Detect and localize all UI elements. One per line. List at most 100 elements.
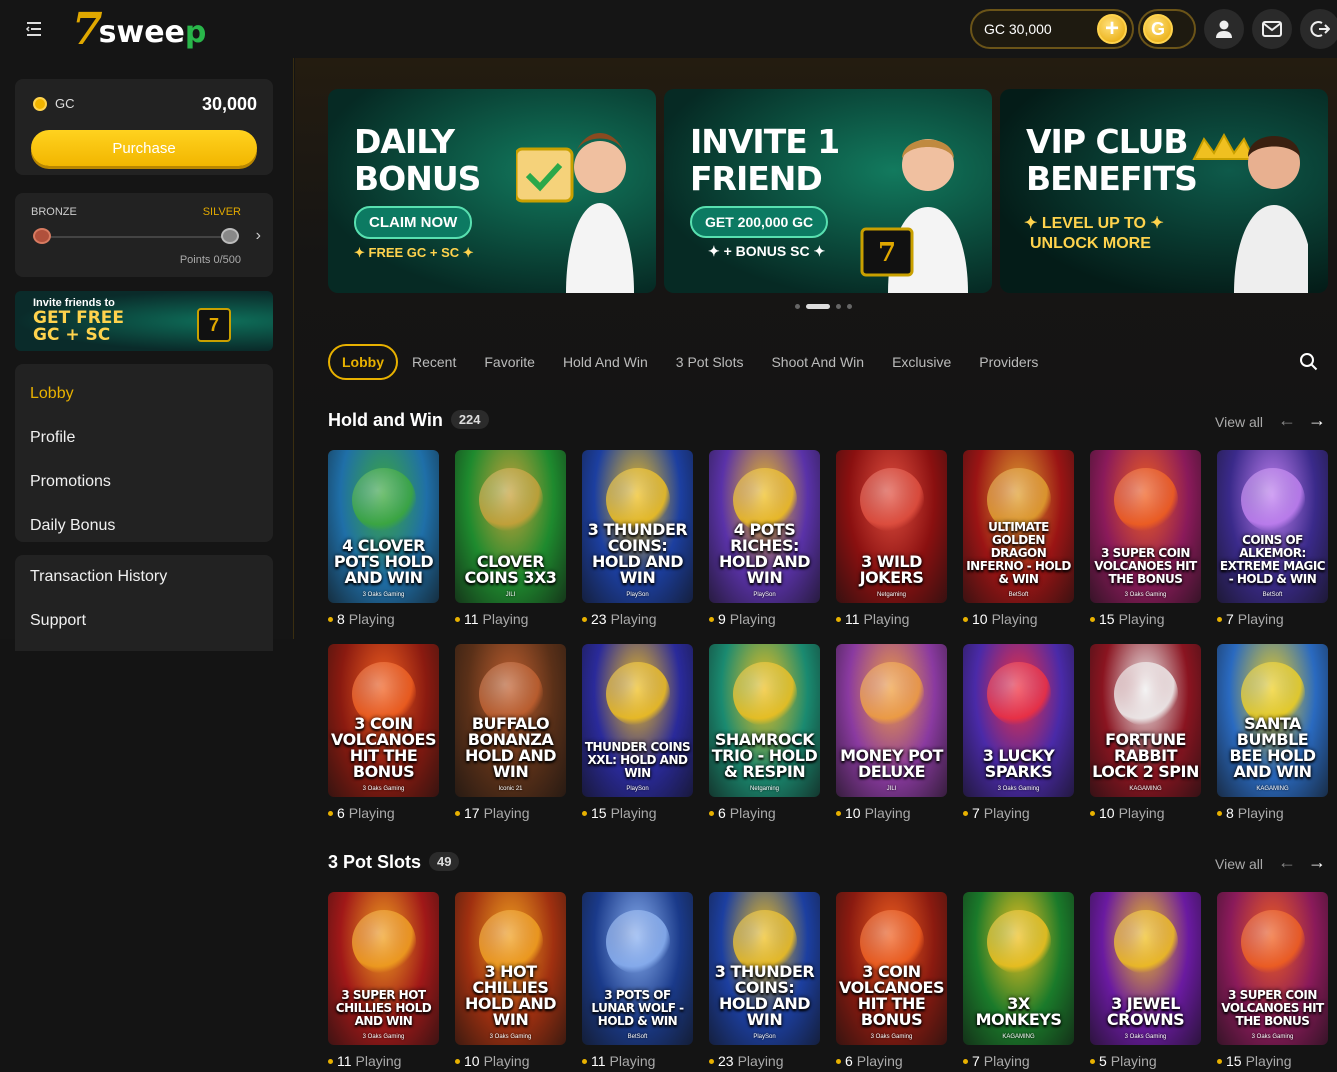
arrow-right-icon[interactable]: → <box>1308 852 1326 873</box>
tab-exclusive[interactable]: Exclusive <box>878 344 965 380</box>
daily-bonus-banner[interactable]: DAILY BONUS CLAIM NOW ✦ FREE GC + SC ✦ <box>328 89 656 293</box>
nav-item-transaction-history[interactable]: Transaction History <box>15 555 273 599</box>
invite-friends-banner[interactable]: Invite friends to GET FREE GC + SC 7 <box>15 291 273 351</box>
game-thumbnail[interactable]: 3 THUNDER COINS: HOLD AND WIN PlaySon <box>709 892 820 1045</box>
game-thumbnail[interactable]: 4 POTS RICHES: HOLD AND WIN PlaySon <box>709 450 820 603</box>
tab-hold-and-win[interactable]: Hold And Win <box>549 344 662 380</box>
live-dot-icon <box>963 616 968 622</box>
game-card[interactable]: 3X MONKEYS KAGAMING 7 Playing <box>963 892 1074 1069</box>
game-thumbnail[interactable]: SHAMROCK TRIO - HOLD & RESPIN Netgaming <box>709 644 820 797</box>
gc-label: GC <box>55 96 75 111</box>
arrow-right-icon[interactable]: → <box>1308 410 1326 431</box>
game-card[interactable]: THUNDER COINS XXL: HOLD AND WIN PlaySon 15… <box>582 644 693 821</box>
game-card[interactable]: 3 THUNDER COINS: HOLD AND WIN PlaySon 23 Pl… <box>582 450 693 627</box>
game-thumbnail[interactable]: 3 POTS OF LUNAR WOLF - HOLD & WIN BetSoft <box>582 892 693 1045</box>
tab-providers[interactable]: Providers <box>965 344 1052 380</box>
banner-title: DAILY BONUS <box>354 122 481 198</box>
logout-button[interactable] <box>1300 9 1337 49</box>
game-thumbnail[interactable]: COINS OF ALKEMOR: EXTREME MAGIC - HOLD &… <box>1217 450 1328 603</box>
messages-button[interactable] <box>1252 9 1292 49</box>
nav-item-support[interactable]: Support <box>15 599 273 643</box>
game-card[interactable]: 3 JEWEL CROWNS 3 Oaks Gaming 5 Playing <box>1090 892 1201 1069</box>
game-card[interactable]: FORTUNE RABBIT LOCK 2 SPIN KAGAMING 10 Play… <box>1090 644 1201 821</box>
game-thumbnail[interactable]: 3 SUPER COIN VOLCANOES HIT THE BONUS 3 Oa… <box>1217 892 1328 1045</box>
playing-number: 11 <box>845 611 860 627</box>
game-card[interactable]: 3 COIN VOLCANOES HIT THE BONUS 3 Oaks Gam… <box>328 644 439 821</box>
invite-friend-banner[interactable]: INVITE 1 FRIEND GET 200,000 GC ✦ + BONUS … <box>664 89 992 293</box>
tab-lobby[interactable]: Lobby <box>328 344 398 380</box>
coin-balance-pill[interactable]: GC 30,000 + <box>970 9 1134 49</box>
brand-logo[interactable]: 7 sweep <box>72 8 206 52</box>
view-all-link[interactable]: View all <box>1215 856 1263 872</box>
game-thumbnail[interactable]: 3 JEWEL CROWNS 3 Oaks Gaming <box>1090 892 1201 1045</box>
game-art-icon <box>1240 468 1305 532</box>
get-gc-chip[interactable]: GET 200,000 GC <box>690 206 829 238</box>
game-thumbnail[interactable]: THUNDER COINS XXL: HOLD AND WIN PlaySon <box>582 644 693 797</box>
game-art-icon <box>478 468 543 532</box>
nav-item-lobby[interactable]: Lobby <box>15 372 273 416</box>
game-card[interactable]: 3 THUNDER COINS: HOLD AND WIN PlaySon 23 Pl… <box>709 892 820 1069</box>
game-thumbnail[interactable]: 3 HOT CHILLIES HOLD AND WIN 3 Oaks Gaming <box>455 892 566 1045</box>
chevron-right-icon[interactable]: › <box>256 227 261 245</box>
game-card[interactable]: SANTA BUMBLE BEE HOLD AND WIN KAGAMING 8 Pl… <box>1217 644 1328 821</box>
playing-number: 23 <box>718 1053 734 1069</box>
game-thumbnail[interactable]: SANTA BUMBLE BEE HOLD AND WIN KAGAMING <box>1217 644 1328 797</box>
tab-3-pot-slots[interactable]: 3 Pot Slots <box>662 344 758 380</box>
menu-toggle-icon[interactable] <box>24 19 44 39</box>
game-card[interactable]: 3 WILD JOKERS Netgaming 11 Playing <box>836 450 947 627</box>
game-thumbnail[interactable]: 3 COIN VOLCANOES HIT THE BONUS 3 Oaks Gam… <box>836 892 947 1045</box>
game-card[interactable]: 3 COIN VOLCANOES HIT THE BONUS 3 Oaks Gam… <box>836 892 947 1069</box>
game-card[interactable]: 3 SUPER COIN VOLCANOES HIT THE BONUS 3 Oa… <box>1090 450 1201 627</box>
game-card[interactable]: COINS OF ALKEMOR: EXTREME MAGIC - HOLD &… <box>1217 450 1328 627</box>
rank-progress-card[interactable]: BRONZE SILVER › Points 0/500 <box>15 193 273 277</box>
carousel-dot[interactable] <box>795 304 800 309</box>
nav-item-profile[interactable]: Profile <box>15 416 273 460</box>
nav-item-promotions[interactable]: Promotions <box>15 460 273 504</box>
playing-count: 10 Playing <box>963 611 1074 627</box>
game-thumbnail[interactable]: MONEY POT DELUXE JILI <box>836 644 947 797</box>
game-card[interactable]: CLOVER COINS 3X3 JILI 11 Playing <box>455 450 566 627</box>
game-thumbnail[interactable]: 3X MONKEYS KAGAMING <box>963 892 1074 1045</box>
nav-item-daily-bonus[interactable]: Daily Bonus <box>15 504 273 548</box>
tab-shoot-and-win[interactable]: Shoot And Win <box>757 344 878 380</box>
game-thumbnail[interactable]: 3 WILD JOKERS Netgaming <box>836 450 947 603</box>
carousel-dot[interactable] <box>836 304 841 309</box>
game-card[interactable]: ULTIMATE GOLDEN DRAGON INFERNO - HOLD & … <box>963 450 1074 627</box>
game-thumbnail[interactable]: 3 COIN VOLCANOES HIT THE BONUS 3 Oaks Gam… <box>328 644 439 797</box>
profile-button[interactable] <box>1204 9 1244 49</box>
add-coins-button[interactable]: + <box>1097 14 1127 44</box>
tab-recent[interactable]: Recent <box>398 344 470 380</box>
vip-man-illustration <box>1192 132 1308 293</box>
currency-toggle[interactable]: G <box>1138 9 1196 49</box>
game-card[interactable]: 3 HOT CHILLIES HOLD AND WIN 3 Oaks Gaming… <box>455 892 566 1069</box>
vip-club-banner[interactable]: VIP CLUB BENEFITS ✦ LEVEL UP TO ✦ UNLOCK … <box>1000 89 1328 293</box>
game-thumbnail[interactable]: 3 LUCKY SPARKS 3 Oaks Gaming <box>963 644 1074 797</box>
game-card[interactable]: 3 SUPER HOT CHILLIES HOLD AND WIN 3 Oaks … <box>328 892 439 1069</box>
game-thumbnail[interactable]: FORTUNE RABBIT LOCK 2 SPIN KAGAMING <box>1090 644 1201 797</box>
game-card[interactable]: 3 POTS OF LUNAR WOLF - HOLD & WIN BetSoft… <box>582 892 693 1069</box>
arrow-left-icon[interactable]: ← <box>1278 410 1296 431</box>
game-thumbnail[interactable]: 3 SUPER HOT CHILLIES HOLD AND WIN 3 Oaks … <box>328 892 439 1045</box>
game-thumbnail[interactable]: 3 SUPER COIN VOLCANOES HIT THE BONUS 3 Oa… <box>1090 450 1201 603</box>
claim-now-button[interactable]: CLAIM NOW <box>354 206 473 239</box>
game-card[interactable]: 3 LUCKY SPARKS 3 Oaks Gaming 7 Playing <box>963 644 1074 821</box>
game-thumbnail[interactable]: ULTIMATE GOLDEN DRAGON INFERNO - HOLD & … <box>963 450 1074 603</box>
game-thumbnail[interactable]: CLOVER COINS 3X3 JILI <box>455 450 566 603</box>
carousel-dot-active[interactable] <box>806 304 830 309</box>
game-thumbnail[interactable]: 3 THUNDER COINS: HOLD AND WIN PlaySon <box>582 450 693 603</box>
game-card[interactable]: SHAMROCK TRIO - HOLD & RESPIN Netgaming 6 P… <box>709 644 820 821</box>
game-card[interactable]: 3 SUPER COIN VOLCANOES HIT THE BONUS 3 Oa… <box>1217 892 1328 1069</box>
purchase-button[interactable]: Purchase <box>31 130 257 166</box>
game-card[interactable]: BUFFALO BONANZA HOLD AND WIN Iconic 21 17 P… <box>455 644 566 821</box>
game-thumbnail[interactable]: 4 CLOVER POTS HOLD AND WIN 3 Oaks Gaming <box>328 450 439 603</box>
game-card[interactable]: MONEY POT DELUXE JILI 10 Playing <box>836 644 947 821</box>
playing-count: 10 Playing <box>1090 805 1201 821</box>
game-thumbnail[interactable]: BUFFALO BONANZA HOLD AND WIN Iconic 21 <box>455 644 566 797</box>
carousel-dot[interactable] <box>847 304 852 309</box>
game-card[interactable]: 4 POTS RICHES: HOLD AND WIN PlaySon 9 Playi… <box>709 450 820 627</box>
view-all-link[interactable]: View all <box>1215 414 1263 430</box>
arrow-left-icon[interactable]: ← <box>1278 852 1296 873</box>
tab-favorite[interactable]: Favorite <box>470 344 549 380</box>
game-card[interactable]: 4 CLOVER POTS HOLD AND WIN 3 Oaks Gaming 8… <box>328 450 439 627</box>
search-icon[interactable] <box>1299 352 1319 372</box>
